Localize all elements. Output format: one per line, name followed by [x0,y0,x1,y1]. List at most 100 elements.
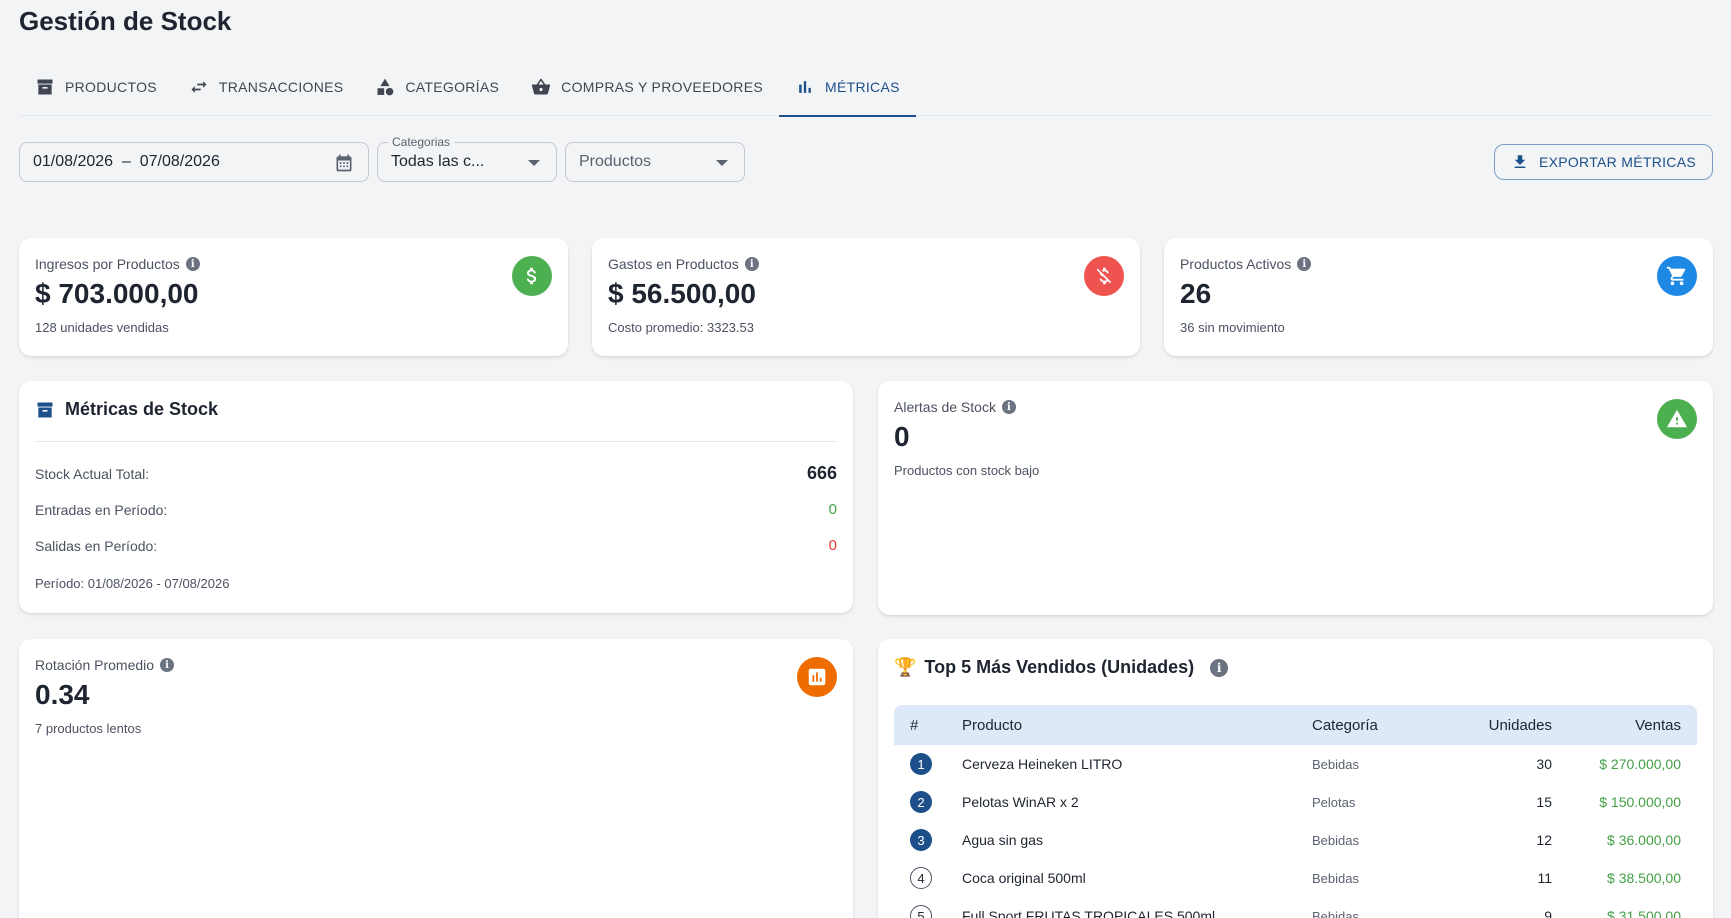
stock-metrics-header: Métricas de Stock [35,399,218,420]
rotation-label: Rotación Promedio [35,657,155,673]
product-category: Bebidas [1312,870,1359,886]
date-range-picker[interactable]: 01/08/2026 – 07/08/2026 [19,142,369,182]
info-icon[interactable]: i [185,257,200,271]
rotation-value: 0.34 [35,679,90,710]
row-label: Stock Actual Total: [35,465,150,482]
product-units: 15 [1536,794,1552,810]
trophy-icon: 🏆 [894,657,917,677]
export-metrics-button[interactable]: EXPORTAR MÉTRICAS [1493,144,1713,180]
info-icon[interactable]: i [1210,658,1229,677]
product-sales: $ 150.000,00 [1599,794,1681,810]
active-value: 26 [1180,278,1212,309]
product-name: Coca original 500ml [962,870,1086,886]
col-sales[interactable]: Ventas [1552,717,1697,734]
info-icon[interactable]: i [744,257,759,271]
product-units: 12 [1536,832,1552,848]
bar-chart-icon [799,81,811,93]
category-shapes-icon [377,78,394,96]
tab-productos[interactable]: PRODUCTOS [19,58,173,116]
warning-icon [1657,399,1697,439]
tab-transacciones[interactable]: TRANSACCIONES [173,58,359,116]
calendar-icon[interactable] [334,153,354,173]
product-sales: $ 270.000,00 [1599,756,1681,772]
product-category: Pelotas [1312,794,1356,810]
income-card: Ingresos por Productos i $ 703.000,00 12… [19,238,568,356]
table-header: # Producto Categoría Unidades Ventas [894,705,1697,745]
info-icon[interactable]: i [160,658,175,672]
table-row: 5 Full Sport FRUTAS TROPICALES 500ml Beb… [894,897,1697,918]
expenses-value: $ 56.500,00 [608,278,756,309]
money-off-icon [1084,256,1124,296]
col-category[interactable]: Categoría [1312,717,1452,734]
stock-total-row: Stock Actual Total: 666 [35,463,837,484]
row-label: Salidas en Período: [35,537,158,554]
rotation-sub: 7 productos lentos [35,721,142,736]
active-label: Productos Activos [1180,256,1292,272]
tab-label: CATEGORÍAS [405,79,500,95]
product-units: 11 [1537,870,1552,886]
product-sales: $ 31.500,00 [1607,908,1681,918]
period-text: Período: 01/08/2026 - 07/08/2026 [35,576,230,591]
products-select[interactable]: Productos [565,142,745,182]
products-placeholder: Productos [579,153,652,170]
chevron-down-icon [716,160,728,166]
income-label-wrap: Ingresos por Productos i [35,256,200,272]
expenses-sub: Costo promedio: 3323.53 [608,320,754,335]
col-product[interactable]: Producto [962,717,1312,734]
income-sub: 128 unidades vendidas [35,320,169,335]
income-label: Ingresos por Productos [35,256,180,272]
rank-badge: 1 [910,753,932,775]
table-row: 1 Cerveza Heineken LITRO Bebidas 30 $ 27… [894,745,1697,783]
product-units: 30 [1536,756,1552,772]
tab-categorias[interactable]: CATEGORÍAS [359,58,515,116]
expenses-label-wrap: Gastos en Productos i [608,256,759,272]
info-icon[interactable]: i [1001,400,1016,414]
tab-label: COMPRAS Y PROVEEDORES [561,79,763,95]
product-name: Cerveza Heineken LITRO [962,756,1123,772]
active-products-card: Productos Activos i 26 36 sin movimiento [1164,238,1713,356]
tab-bar: PRODUCTOS TRANSACCIONES CATEGORÍAS COMPR… [19,58,1712,117]
tab-compras-proveedores[interactable]: COMPRAS Y PROVEEDORES [515,58,779,116]
tab-metricas[interactable]: MÉTRICAS [779,58,916,117]
assessment-icon [797,657,837,697]
product-name: Agua sin gas [962,832,1043,848]
archive-icon [37,79,53,95]
stock-out-row: Salidas en Período: 0 [35,537,837,554]
row-label: Entradas en Período: [35,501,168,518]
stock-metrics-title: Métricas de Stock [65,399,219,419]
alerts-value: 0 [894,421,910,452]
stock-alerts-card: Alertas de Stock i 0 Productos con stock… [878,381,1713,615]
download-icon [1514,155,1526,168]
categories-label: Categorias [388,135,455,149]
alerts-label: Alertas de Stock [894,399,996,415]
rank-badge: 3 [910,829,932,851]
swap-icon [191,81,207,93]
expenses-card: Gastos en Productos i $ 56.500,00 Costo … [592,238,1140,356]
table-row: 4 Coca original 500ml Bebidas 11 $ 38.50… [894,859,1697,897]
cart-icon [1657,256,1697,296]
active-label-wrap: Productos Activos i [1180,256,1312,272]
table-row: 3 Agua sin gas Bebidas 12 $ 36.000,00 [894,821,1697,859]
table-row: 2 Pelotas WinAR x 2 Pelotas 15 $ 150.000… [894,783,1697,821]
product-sales: $ 36.000,00 [1607,832,1681,848]
categories-select[interactable]: Categorias Todas las c... [377,135,557,182]
product-sales: $ 38.500,00 [1607,870,1681,886]
product-category: Bebidas [1312,832,1359,848]
info-icon[interactable]: i [1297,257,1312,271]
rotation-card: Rotación Promedio i 0.34 7 productos len… [19,639,853,918]
dollar-icon [512,256,552,296]
categories-value: Todas las c... [391,153,485,170]
top5-card: 🏆 Top 5 Más Vendidos (Unidades) i # Prod… [878,639,1713,918]
row-value: 0 [828,537,837,554]
top5-table: # Producto Categoría Unidades Ventas 1 C… [894,705,1697,918]
active-sub: 36 sin movimiento [1180,320,1285,335]
col-units[interactable]: Unidades [1452,717,1552,734]
product-name: Pelotas WinAR x 2 [962,794,1079,810]
stock-in-row: Entradas en Período: 0 [35,501,837,518]
rotation-label-wrap: Rotación Promedio i [35,657,175,673]
export-label: EXPORTAR MÉTRICAS [1538,154,1696,170]
row-value: 666 [806,463,837,483]
expenses-label: Gastos en Productos [608,256,739,272]
top5-header: 🏆 Top 5 Más Vendidos (Unidades) i [894,657,1229,678]
product-units: 9 [1544,908,1552,918]
